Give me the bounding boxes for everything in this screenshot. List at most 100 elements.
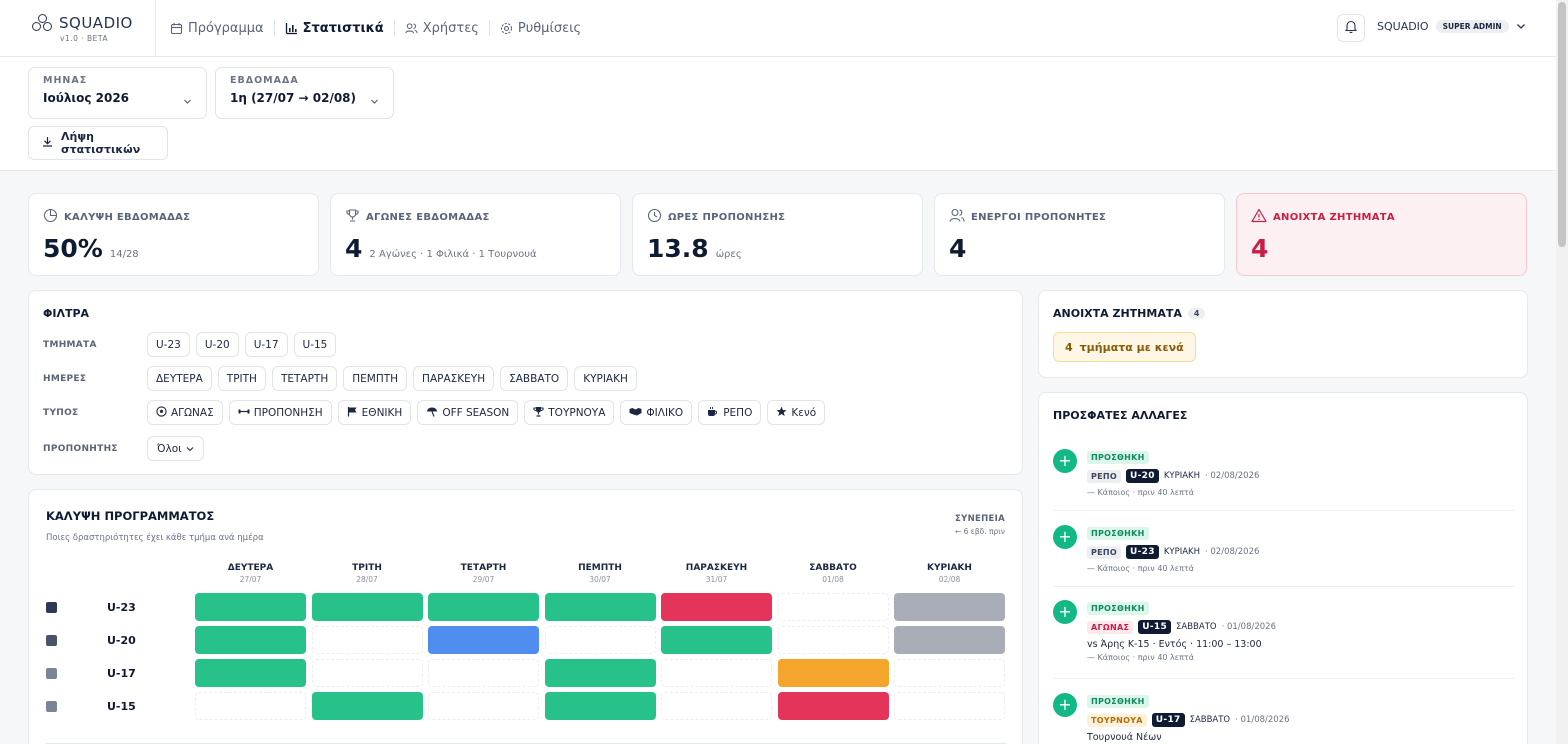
coverage-cell-empty[interactable]: [777, 593, 889, 621]
kpi-open-issues[interactable]: ΑΝΟΙΧΤΑ ΖΗΤΗΜΑΤΑ 4: [1236, 193, 1527, 276]
kpi-sub: 2 Αγώνες · 1 Φιλικά · 1 Τουρνουά: [369, 249, 537, 260]
coverage-cell-repo[interactable]: [894, 593, 1005, 621]
app-logo[interactable]: SQUADIO v1.0 · BETA: [32, 14, 152, 43]
coverage-cell-training[interactable]: [311, 593, 423, 621]
chip-day[interactable]: ΠΑΡΑΣΚΕΥΗ: [413, 366, 495, 391]
coverage-cell-training[interactable]: [544, 692, 656, 720]
nav-item-users[interactable]: Χρήστες: [404, 21, 489, 36]
coverage-cell-training[interactable]: [195, 659, 306, 687]
coverage-cell-national[interactable]: [428, 626, 539, 654]
chevron-down-icon: [183, 94, 192, 108]
chip-day[interactable]: ΚΥΡΙΑΚΗ: [574, 366, 637, 391]
team-row-label: U-15: [46, 700, 136, 713]
coverage-cell-match[interactable]: [777, 692, 889, 720]
nav-item-schedule[interactable]: Πρόγραμμα: [170, 21, 274, 36]
gear-icon: [500, 22, 513, 35]
team-color-swatch: [46, 701, 57, 712]
chip-label: ΕΘΝΙΚΗ: [361, 406, 403, 419]
change-separator: [1053, 678, 1515, 679]
kpi-value: 50%: [43, 234, 103, 263]
pie-icon: [43, 208, 58, 226]
chip-day[interactable]: ΤΕΤΑΡΤΗ: [271, 366, 338, 391]
page-scrollbar[interactable]: [1556, 0, 1568, 744]
chip-day[interactable]: ΣΑΒΒΑΤΟ: [500, 366, 569, 391]
plus-icon: +: [1053, 600, 1077, 624]
user-menu[interactable]: SQUADIO SUPER ADMIN: [1377, 20, 1526, 33]
coverage-cell-empty[interactable]: [661, 692, 772, 720]
team-tag: U-17: [1151, 713, 1185, 727]
chip-type-national[interactable]: ΕΘΝΙΚΗ: [337, 400, 412, 425]
chip-team[interactable]: U-15: [293, 332, 337, 357]
coverage-cell-training[interactable]: [544, 659, 656, 687]
nav-item-statistics[interactable]: Στατιστικά: [285, 21, 394, 36]
day-name: ΠΑΡΑΣΚΕΥΗ: [685, 563, 748, 573]
nav-divider: [155, 0, 156, 56]
consistency-sub: ← 6 εβδ. πριν: [954, 527, 1005, 536]
chip-type-empty[interactable]: Κενό: [767, 400, 826, 425]
chip-type-match[interactable]: ΑΓΩΝΑΣ: [147, 400, 223, 425]
clock-icon: [647, 208, 662, 226]
chevron-down-icon: [370, 94, 379, 108]
coverage-cell-empty[interactable]: [195, 692, 306, 720]
kpi-sub: ώρες: [715, 249, 742, 260]
day-date: 02/08: [938, 575, 961, 584]
coverage-subtitle: Ποιες δραστηριότητες έχει κάθε τμήμα ανά…: [46, 533, 264, 543]
scrollbar-thumb[interactable]: [1558, 2, 1566, 247]
kpi-label: ΕΝΕΡΓΟΙ ΠΡΟΠΟΝΗΤΕΣ: [971, 211, 1107, 223]
coverage-cell-empty[interactable]: [428, 659, 539, 687]
coverage-cell-empty[interactable]: [661, 659, 772, 687]
chevron-down-icon: [186, 443, 194, 455]
star-icon: [776, 406, 787, 420]
month-select[interactable]: ΜΗΝΑΣ Ιούλιος 2026: [28, 67, 207, 119]
chip-team[interactable]: U-23: [147, 332, 190, 357]
coverage-cell-training[interactable]: [661, 626, 772, 654]
chip-type-training[interactable]: ΠΡΟΠΟΝΗΣΗ: [228, 400, 332, 425]
notifications-button[interactable]: [1337, 14, 1365, 42]
day-column-header: ΠΕΜΠΤΗ 30/07: [545, 563, 656, 584]
coverage-cell-empty[interactable]: [544, 626, 656, 654]
chip-type-tournament[interactable]: ΤΟΥΡΝΟΥΑ: [524, 400, 615, 425]
coverage-cell-training[interactable]: [428, 593, 539, 621]
kpi-week-coverage: ΚΑΛΥΨΗ ΕΒΔΟΜΑΔΑΣ 50% 14/28: [28, 193, 319, 276]
chip-label: ΑΓΩΝΑΣ: [171, 406, 214, 419]
coverage-cell-training[interactable]: [311, 692, 423, 720]
chip-team[interactable]: U-17: [244, 332, 288, 357]
coverage-cell-training[interactable]: [195, 626, 306, 654]
type-tag: ΡΕΠΟ: [1087, 469, 1122, 483]
chip-type-rest[interactable]: ΡΕΠΟ: [698, 400, 762, 425]
coverage-cell-match[interactable]: [661, 593, 772, 621]
chip-day[interactable]: ΤΡΙΤΗ: [217, 366, 266, 391]
dumbbell-icon: [238, 406, 250, 420]
consistency-link[interactable]: ΣΥΝΕΠΕΙΑ ← 6 εβδ. πριν: [955, 514, 1005, 536]
week-select[interactable]: ΕΒΔΟΜΑΔΑ 1η (27/07 → 02/08): [215, 67, 394, 119]
coverage-cell-repo[interactable]: [894, 626, 1005, 654]
month-select-value: Ιούλιος 2026: [43, 91, 130, 105]
coverage-cell-empty[interactable]: [777, 626, 889, 654]
chip-team[interactable]: U-20: [195, 332, 239, 357]
coverage-cell-empty[interactable]: [428, 692, 539, 720]
nav-item-settings[interactable]: Ρυθμίσεις: [500, 21, 591, 36]
day-name: ΚΥΡΙΑΚΗ: [927, 563, 972, 573]
flag-icon: [347, 406, 358, 420]
download-stats-button[interactable]: Λήψη στατιστικών: [28, 126, 168, 160]
filters-panel: ΦΙΛΤΡΑ ΤΜΗΜΑΤΑ U-23 U-20 U-17 U-15 ΗΜΕΡΕ…: [28, 290, 1023, 475]
team-name: U-15: [107, 700, 136, 713]
chip-day[interactable]: ΠΕΜΠΤΗ: [343, 366, 408, 391]
chip-type-offseason[interactable]: OFF SEASON: [417, 400, 519, 425]
coverage-cell-training[interactable]: [544, 593, 656, 621]
coverage-cell-tournament[interactable]: [777, 659, 889, 687]
filter-label: ΠΡΟΠΟΝΗΤΗΣ: [43, 443, 118, 454]
kpi-label: ΚΑΛΥΨΗ ΕΒΔΟΜΑΔΑΣ: [64, 211, 191, 223]
coverage-cell-empty[interactable]: [311, 659, 423, 687]
coverage-cell-empty[interactable]: [311, 626, 423, 654]
coverage-cell-empty[interactable]: [894, 692, 1005, 720]
day-name: ΣΑΒΒΑΤΟ: [809, 563, 857, 573]
coach-select[interactable]: Όλοι: [147, 436, 204, 461]
coverage-cell-training[interactable]: [195, 593, 306, 621]
filter-row-teams: ΤΜΗΜΑΤΑ U-23 U-20 U-17 U-15: [43, 332, 337, 357]
logo-icon: [32, 14, 54, 32]
chip-type-friendly[interactable]: ΦΙΛΙΚΟ: [620, 400, 693, 425]
coverage-cell-empty[interactable]: [894, 659, 1005, 687]
teams-with-gaps-pill[interactable]: 4 τμήματα με κενά: [1053, 332, 1196, 362]
chip-day[interactable]: ΔΕΥΤΕΡΑ: [147, 366, 212, 391]
